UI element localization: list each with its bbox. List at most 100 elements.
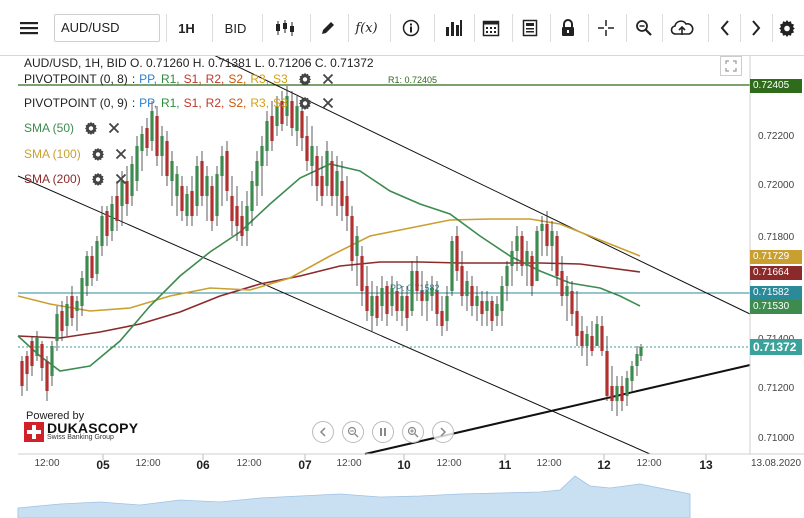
price-axis: 0.722000.720000.718000.714000.712000.710… [750, 56, 804, 456]
chevron-left-icon[interactable] [312, 421, 334, 443]
candle-body [560, 271, 564, 296]
candle-body [625, 378, 629, 396]
legend-2[interactable]: PIVOTPOINT (0, 9): PP, R1, S1, R2, S2, R3, S3 [24, 96, 334, 110]
candle-body [205, 176, 209, 196]
zoom-out-icon[interactable] [342, 421, 364, 443]
candle-body [575, 311, 579, 336]
candle-body [100, 216, 104, 246]
legend-pivot-item: S2, [228, 96, 247, 110]
chevron-right-icon[interactable] [432, 421, 454, 443]
candle-body [555, 236, 559, 276]
price-tick-label: 0.71000 [758, 433, 795, 444]
bar-chart-icon[interactable] [434, 14, 472, 42]
symbol-input[interactable]: AUD/USD [54, 14, 160, 42]
price-chart[interactable]: R1: 0.72405 PP: 0.71582 [0, 56, 804, 518]
legend-5[interactable]: SMA (200) [24, 172, 127, 186]
candle-body [620, 386, 624, 401]
price-tick-label: 0.72200 [758, 131, 795, 142]
candlestick-icon[interactable] [262, 14, 306, 42]
candle-body [20, 361, 24, 386]
pivot-r1-label: R1: 0.72405 [388, 75, 437, 85]
candle-body [225, 151, 229, 191]
candle-body [415, 271, 419, 291]
candle-body [445, 296, 449, 321]
legend-4[interactable]: SMA (100) [24, 147, 127, 161]
close-icon[interactable] [322, 97, 334, 109]
price-tick-label: 0.71800 [758, 232, 795, 243]
timeframe-select[interactable]: 1H [166, 14, 206, 42]
candle-body [535, 231, 539, 281]
close-icon[interactable] [115, 148, 127, 160]
gear-icon[interactable] [91, 172, 105, 186]
lock-icon[interactable] [550, 14, 584, 42]
legend-1[interactable]: PIVOTPOINT (0, 8): PP, R1, S1, R2, S2, R3, S3 [24, 72, 334, 86]
candle-body [440, 311, 444, 326]
candle-body [565, 286, 569, 296]
candle-body [115, 196, 119, 221]
candle-body [515, 236, 519, 251]
candle-body [110, 204, 114, 231]
candle-body [55, 314, 59, 341]
candle-body [465, 281, 469, 296]
legend-pivot-item: R2, [205, 72, 225, 86]
zoom-in-icon[interactable] [402, 421, 424, 443]
candle-body [85, 256, 89, 286]
candle-body [330, 161, 334, 196]
arrow-left-icon[interactable] [708, 14, 740, 42]
candle-body [380, 288, 384, 306]
candle-body [639, 347, 643, 356]
gear-icon[interactable] [298, 72, 312, 86]
gear-icon[interactable] [772, 14, 800, 42]
candle-body [430, 288, 434, 296]
info-icon[interactable] [390, 14, 430, 42]
candle-body [475, 296, 479, 306]
candle-body [190, 191, 194, 216]
legend-name: PIVOTPOINT (0, 9) [24, 96, 128, 110]
news-icon[interactable] [512, 14, 546, 42]
candle-body [160, 136, 164, 156]
candle-body [95, 241, 99, 274]
chart-area[interactable]: R1: 0.72405 PP: 0.71582 AUD/USD, 1H, BID… [0, 56, 804, 518]
price-side-select[interactable]: BID [212, 14, 258, 42]
candle-body [180, 186, 184, 211]
gear-icon[interactable] [91, 147, 105, 161]
candle-body [365, 286, 369, 311]
legend-3[interactable]: SMA (50) [24, 121, 120, 135]
dukascopy-logo[interactable]: DUKASCOPY Swiss Banking Group [24, 421, 138, 442]
swiss-cross-icon [24, 422, 44, 442]
close-icon[interactable] [322, 73, 334, 85]
price-badge: 0.71582 [750, 286, 802, 300]
candle-body [375, 296, 379, 318]
candle-body [635, 354, 639, 366]
calendar-icon[interactable] [474, 14, 506, 42]
candle-body [495, 304, 499, 316]
arrow-right-icon[interactable] [740, 14, 770, 42]
candle-body [600, 326, 604, 351]
candle-body [230, 196, 234, 221]
pause-icon[interactable] [372, 421, 394, 443]
gear-icon[interactable] [298, 96, 312, 110]
zoom-icon[interactable] [626, 14, 660, 42]
legend-pivot-item: PP, [139, 72, 157, 86]
fullscreen-icon[interactable] [720, 56, 742, 76]
fx-icon[interactable]: f(x) [348, 14, 384, 42]
draw-pencil-icon[interactable] [310, 14, 344, 42]
candle-body [500, 286, 504, 311]
legend-pivot-item: S1, [183, 96, 202, 110]
current-price-badge: 0.71372 [750, 339, 802, 355]
close-icon[interactable] [108, 122, 120, 134]
candle-body [360, 256, 364, 291]
legend-pivot-item: R1, [160, 72, 180, 86]
crosshair-icon[interactable] [588, 14, 622, 42]
gear-icon[interactable] [84, 121, 98, 135]
candle-body [145, 128, 149, 148]
ohlc-readout: AUD/USD, 1H, BID O. 0.71260 H. 0.71381 L… [24, 56, 374, 70]
candle-body [520, 236, 524, 266]
price-side-label: BID [224, 20, 247, 36]
close-icon[interactable] [115, 173, 127, 185]
candle-body [235, 206, 239, 226]
legend-separator: : [131, 96, 136, 110]
legend-pivot-item: R3, [250, 72, 270, 86]
menu-icon[interactable] [14, 14, 44, 42]
cloud-upload-icon[interactable] [662, 14, 700, 42]
